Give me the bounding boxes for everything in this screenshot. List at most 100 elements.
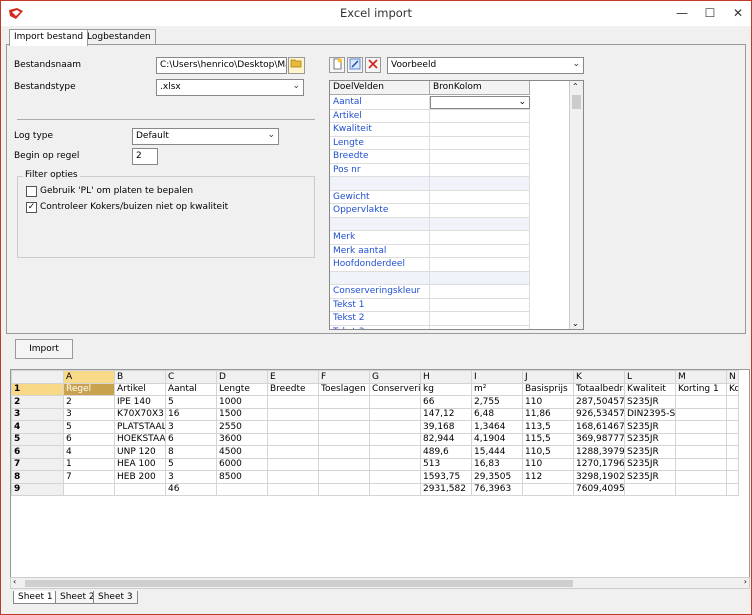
- sheet-cell[interactable]: 3600: [216, 432, 268, 446]
- sheet-cell[interactable]: Artikel: [114, 382, 166, 396]
- sheet-cell[interactable]: 513: [420, 457, 472, 471]
- import-button[interactable]: Import: [15, 339, 73, 359]
- sheet-cell[interactable]: Kor: [726, 382, 739, 396]
- sheet-cell[interactable]: 6,48: [471, 407, 523, 421]
- file-type-select[interactable]: .xlsx ⌄: [156, 79, 304, 96]
- row-header[interactable]: 8: [11, 470, 64, 484]
- row-header[interactable]: 6: [11, 445, 64, 459]
- file-path-input[interactable]: C:\Users\henrico\Desktop\Materi: [156, 57, 287, 74]
- sheet-cell[interactable]: [675, 445, 727, 459]
- mapping-row[interactable]: Aantal ⌄: [330, 96, 530, 110]
- sheet-cell[interactable]: 5: [63, 420, 115, 434]
- sheet-cell[interactable]: 5: [165, 457, 217, 471]
- sheet-cell[interactable]: 110: [522, 457, 574, 471]
- sheet-cell[interactable]: 16,83: [471, 457, 523, 471]
- sheet-cell[interactable]: IPE 140: [114, 395, 166, 409]
- maximize-button[interactable]: ☐: [699, 4, 721, 22]
- sheet-cell[interactable]: 76,3963: [471, 482, 523, 496]
- corner-cell[interactable]: [11, 370, 64, 384]
- sheet-cell[interactable]: 110: [522, 395, 574, 409]
- source-column-cell[interactable]: [430, 150, 530, 163]
- scroll-right-icon[interactable]: ›: [744, 577, 747, 586]
- sheet-cell[interactable]: S235JR: [624, 420, 676, 434]
- sheet-tab-3[interactable]: Sheet 3: [93, 591, 138, 604]
- sheet-cell[interactable]: 1593,75: [420, 470, 472, 484]
- sheet-cell[interactable]: [726, 457, 739, 471]
- row-header[interactable]: 7: [11, 457, 64, 471]
- sheet-cell[interactable]: S235JR: [624, 432, 676, 446]
- sheet-cell[interactable]: [318, 482, 370, 496]
- source-column-cell[interactable]: [430, 163, 530, 176]
- sheet-cell[interactable]: Korting 1: [675, 382, 727, 396]
- source-column-cell[interactable]: ⌄: [430, 96, 530, 109]
- sheet-cell[interactable]: 2: [63, 395, 115, 409]
- new-preset-button[interactable]: [329, 57, 345, 73]
- sheet-cell[interactable]: 4500: [216, 445, 268, 459]
- mapping-row[interactable]: Merk aantal: [330, 244, 530, 258]
- sheet-cell[interactable]: HOEKSTAAL: [114, 432, 166, 446]
- sheet-cell[interactable]: [318, 457, 370, 471]
- row-header[interactable]: 4: [11, 420, 64, 434]
- column-header[interactable]: K: [573, 370, 625, 384]
- sheet-cell[interactable]: [267, 482, 319, 496]
- log-type-select[interactable]: Default ⌄: [132, 128, 279, 145]
- sheet-cell[interactable]: 6000: [216, 457, 268, 471]
- minimize-button[interactable]: —: [671, 4, 693, 22]
- mapping-row[interactable]: Kwaliteit: [330, 123, 530, 137]
- sheet-cell[interactable]: 8: [165, 445, 217, 459]
- sheet-cell[interactable]: [369, 445, 421, 459]
- column-header[interactable]: C: [165, 370, 217, 384]
- tab-import-bestand[interactable]: Import bestand: [9, 29, 89, 46]
- sheet-cell[interactable]: S235JR: [624, 470, 676, 484]
- mapping-row[interactable]: Tekst 3: [330, 325, 530, 329]
- horizontal-scrollbar[interactable]: ‹ ›: [10, 577, 750, 589]
- column-header[interactable]: I: [471, 370, 523, 384]
- mapping-row[interactable]: [330, 271, 530, 285]
- sheet-cell[interactable]: 489,6: [420, 445, 472, 459]
- scroll-up-icon[interactable]: ⌃: [572, 82, 579, 91]
- title-bar[interactable]: Excel import — ☐ ✕: [1, 1, 751, 26]
- sheet-cell[interactable]: Toeslagen: [318, 382, 370, 396]
- sheet-cell[interactable]: [675, 470, 727, 484]
- browse-folder-button[interactable]: [288, 57, 305, 74]
- sheet-cell[interactable]: HEB 200: [114, 470, 166, 484]
- sheet-cell[interactable]: 4,1904: [471, 432, 523, 446]
- source-column-cell[interactable]: [430, 217, 530, 230]
- sheet-cell[interactable]: [267, 457, 319, 471]
- sheet-cell[interactable]: 1288,39797: [573, 445, 625, 459]
- sheet-cell[interactable]: 926,534576: [573, 407, 625, 421]
- sheet-cell[interactable]: [216, 482, 268, 496]
- sheet-cell[interactable]: [675, 420, 727, 434]
- source-column-cell[interactable]: [430, 136, 530, 149]
- sheet-cell[interactable]: [318, 470, 370, 484]
- column-header[interactable]: M: [675, 370, 727, 384]
- sheet-cell[interactable]: [318, 420, 370, 434]
- row-header[interactable]: 3: [11, 407, 64, 421]
- column-header[interactable]: J: [522, 370, 574, 384]
- sheet-cell[interactable]: 5: [165, 395, 217, 409]
- sheet-cell[interactable]: 110,5: [522, 445, 574, 459]
- mapping-row[interactable]: Pos nr: [330, 163, 530, 177]
- source-column-cell[interactable]: [430, 231, 530, 244]
- sheet-cell[interactable]: S235JR: [624, 445, 676, 459]
- sheet-cell[interactable]: 287,504571: [573, 395, 625, 409]
- sheet-cell[interactable]: 369,987778: [573, 432, 625, 446]
- sheet-cell[interactable]: S235JR: [624, 395, 676, 409]
- sheet-cell[interactable]: [726, 395, 739, 409]
- scroll-left-icon[interactable]: ‹: [13, 577, 16, 586]
- sheet-cell[interactable]: 39,168: [420, 420, 472, 434]
- chevron-down-icon[interactable]: ⌄: [518, 97, 526, 107]
- sheet-cell[interactable]: [369, 457, 421, 471]
- sheet-cell[interactable]: [675, 407, 727, 421]
- sheet-cell[interactable]: 6: [63, 432, 115, 446]
- mapping-row[interactable]: [330, 217, 530, 231]
- sheet-cell[interactable]: [369, 420, 421, 434]
- sheet-cell[interactable]: 8500: [216, 470, 268, 484]
- sheet-cell[interactable]: [624, 482, 676, 496]
- row-header[interactable]: 9: [11, 482, 64, 496]
- sheet-cell[interactable]: [267, 470, 319, 484]
- sheet-cell[interactable]: 1: [63, 457, 115, 471]
- sheet-cell[interactable]: [63, 482, 115, 496]
- sheet-cell[interactable]: [318, 432, 370, 446]
- source-column-cell[interactable]: [430, 298, 530, 311]
